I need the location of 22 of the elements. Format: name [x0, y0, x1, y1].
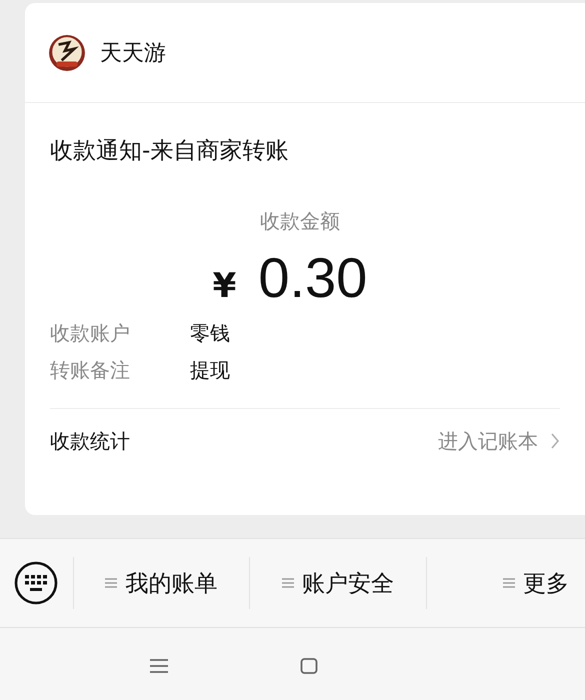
menu-button[interactable]: 我的账单: [105, 568, 218, 598]
amount-label: 收款金额: [259, 208, 341, 235]
stats-label: 收款统计: [50, 428, 131, 454]
chevron-right-icon: [550, 432, 560, 450]
detail-label: 转账备注: [50, 357, 131, 384]
currency-symbol: ¥: [212, 266, 236, 306]
detail-value: 零钱: [190, 320, 230, 347]
detail-value: 提现: [190, 357, 230, 384]
logo-icon: [48, 34, 86, 72]
detail-label: 收款账户: [50, 320, 131, 347]
ledger-link[interactable]: 进入记账本: [438, 428, 538, 454]
menu-icon: [105, 577, 118, 589]
keyboard-icon[interactable]: [14, 561, 58, 605]
menu-icon: [503, 577, 515, 589]
menu-icon: [282, 577, 294, 589]
menu-icon[interactable]: [150, 658, 168, 674]
amount-value: 0.30: [258, 245, 368, 310]
menu-button[interactable]: 更多: [503, 568, 569, 598]
menu-button[interactable]: 账户安全: [282, 568, 394, 598]
home-icon[interactable]: [300, 658, 318, 674]
sender-name: 天天游: [100, 40, 166, 68]
notice-title: 收款通知-来自商家转账: [50, 137, 290, 166]
